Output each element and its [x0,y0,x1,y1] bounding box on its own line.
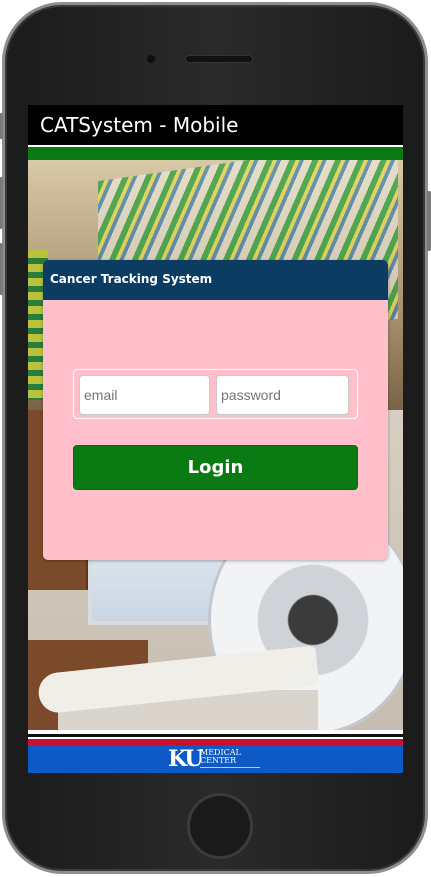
header-accent-bar [28,145,403,160]
power-button [427,191,431,251]
earpiece-speaker [185,55,253,63]
credentials-group [73,369,358,419]
card-title: Cancer Tracking System [43,260,388,300]
home-button[interactable] [187,793,253,859]
ku-logo-text: MEDICAL CENTER [200,749,241,765]
login-card: Cancer Tracking System Login [43,260,388,560]
ku-logo-line2: CENTER [200,756,237,765]
volume-up-button [0,177,3,229]
password-field[interactable] [216,375,349,415]
login-button[interactable]: Login [73,445,358,490]
footer-stripes [28,730,403,745]
ku-logo-mark: KU [168,746,204,772]
phone-screen: CATSystem - Mobile Cancer Tracking Syste… [28,105,403,773]
front-camera-icon [145,53,157,65]
ku-logo-rule [200,767,260,768]
email-field[interactable] [79,375,210,415]
volume-down-button [0,243,3,295]
app-title-bar: CATSystem - Mobile [28,105,403,145]
ku-medical-center-logo: KU MEDICAL CENTER [168,747,268,771]
app-title: CATSystem - Mobile [40,113,239,137]
footer-black-stripe [28,734,403,737]
mute-switch [0,113,3,139]
footer-bar: KU MEDICAL CENTER [28,745,403,773]
background-photo: Cancer Tracking System Login [28,160,403,730]
